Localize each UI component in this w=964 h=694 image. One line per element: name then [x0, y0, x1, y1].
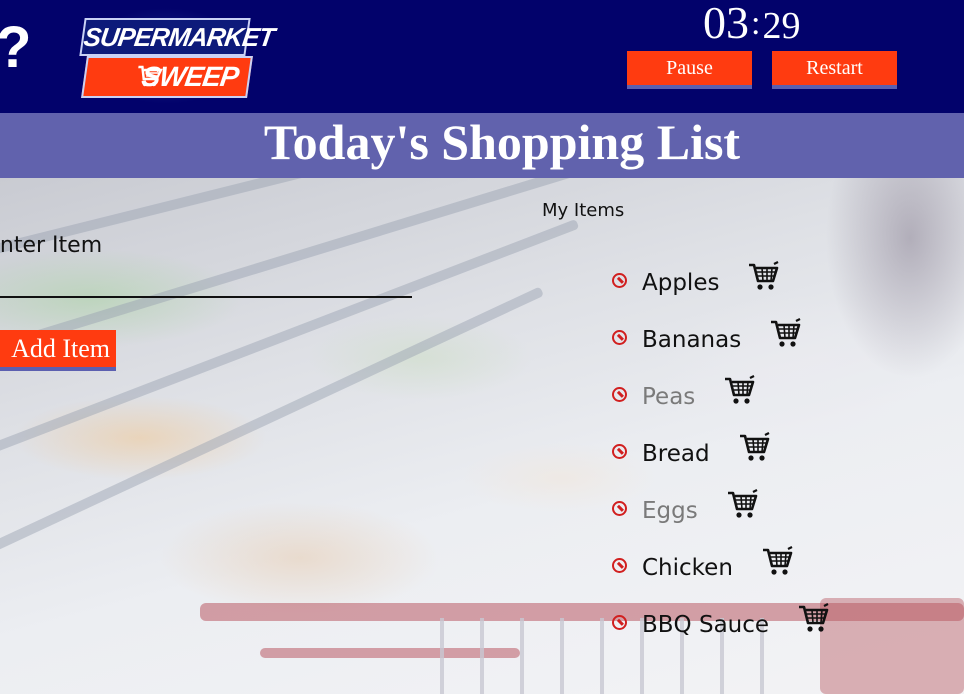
- cart-icon[interactable]: [769, 317, 801, 349]
- item-name: Chicken: [642, 554, 733, 581]
- cart-icon[interactable]: [738, 431, 770, 463]
- countdown-timer: 03:29: [703, 0, 800, 49]
- item-name: Bananas: [642, 326, 742, 353]
- list-item: Bananas: [612, 307, 829, 364]
- cart-icon[interactable]: [747, 260, 779, 292]
- item-name: Bread: [642, 440, 710, 467]
- list-item: BBQ Sauce: [612, 592, 829, 649]
- remove-icon[interactable]: [612, 558, 627, 573]
- cart-icon[interactable]: [726, 488, 758, 520]
- logo-text-top: SUPERMARKET: [79, 18, 276, 56]
- shopping-list: Apples Bananas Peas Bread Eggs Chicken B…: [612, 250, 829, 649]
- add-item-button[interactable]: Add Item: [0, 330, 116, 371]
- item-name: Apples: [642, 269, 720, 296]
- cart-icon[interactable]: [723, 374, 755, 406]
- timer-minutes: 03: [703, 0, 749, 48]
- list-item: Chicken: [612, 535, 829, 592]
- list-item: Apples: [612, 250, 829, 307]
- remove-icon[interactable]: [612, 387, 627, 402]
- list-item: Bread: [612, 421, 829, 478]
- timer-seconds: 29: [762, 5, 801, 47]
- remove-icon[interactable]: [612, 444, 627, 459]
- supermarket-sweep-logo: SUPERMARKET SWEEP: [66, 0, 276, 113]
- remove-icon[interactable]: [612, 501, 627, 516]
- list-item: Eggs: [612, 478, 829, 535]
- timer-separator: :: [751, 5, 761, 42]
- enter-item-label: Enter Item: [0, 233, 103, 258]
- list-item: Peas: [612, 364, 829, 421]
- pause-button[interactable]: Pause: [627, 51, 752, 89]
- remove-icon[interactable]: [612, 330, 627, 345]
- cart-icon[interactable]: [797, 602, 829, 634]
- remove-icon[interactable]: [612, 615, 627, 630]
- logo-text-bottom: SWEEP: [81, 56, 253, 98]
- cart-icon[interactable]: [761, 545, 793, 577]
- item-input[interactable]: [0, 262, 412, 298]
- logo-cart-icon: [138, 65, 163, 87]
- help-glyph: ?: [0, 14, 31, 81]
- page-title: Today's Shopping List: [263, 114, 741, 170]
- item-name: Eggs: [642, 497, 698, 524]
- top-bar: ? SUPERMARKET SWEEP 03:29 Pause Restart: [0, 0, 964, 113]
- remove-icon[interactable]: [612, 273, 627, 288]
- item-name: BBQ Sauce: [642, 611, 770, 638]
- item-name: Peas: [642, 383, 696, 410]
- restart-button[interactable]: Restart: [772, 51, 897, 89]
- my-items-heading: My Items: [542, 200, 625, 221]
